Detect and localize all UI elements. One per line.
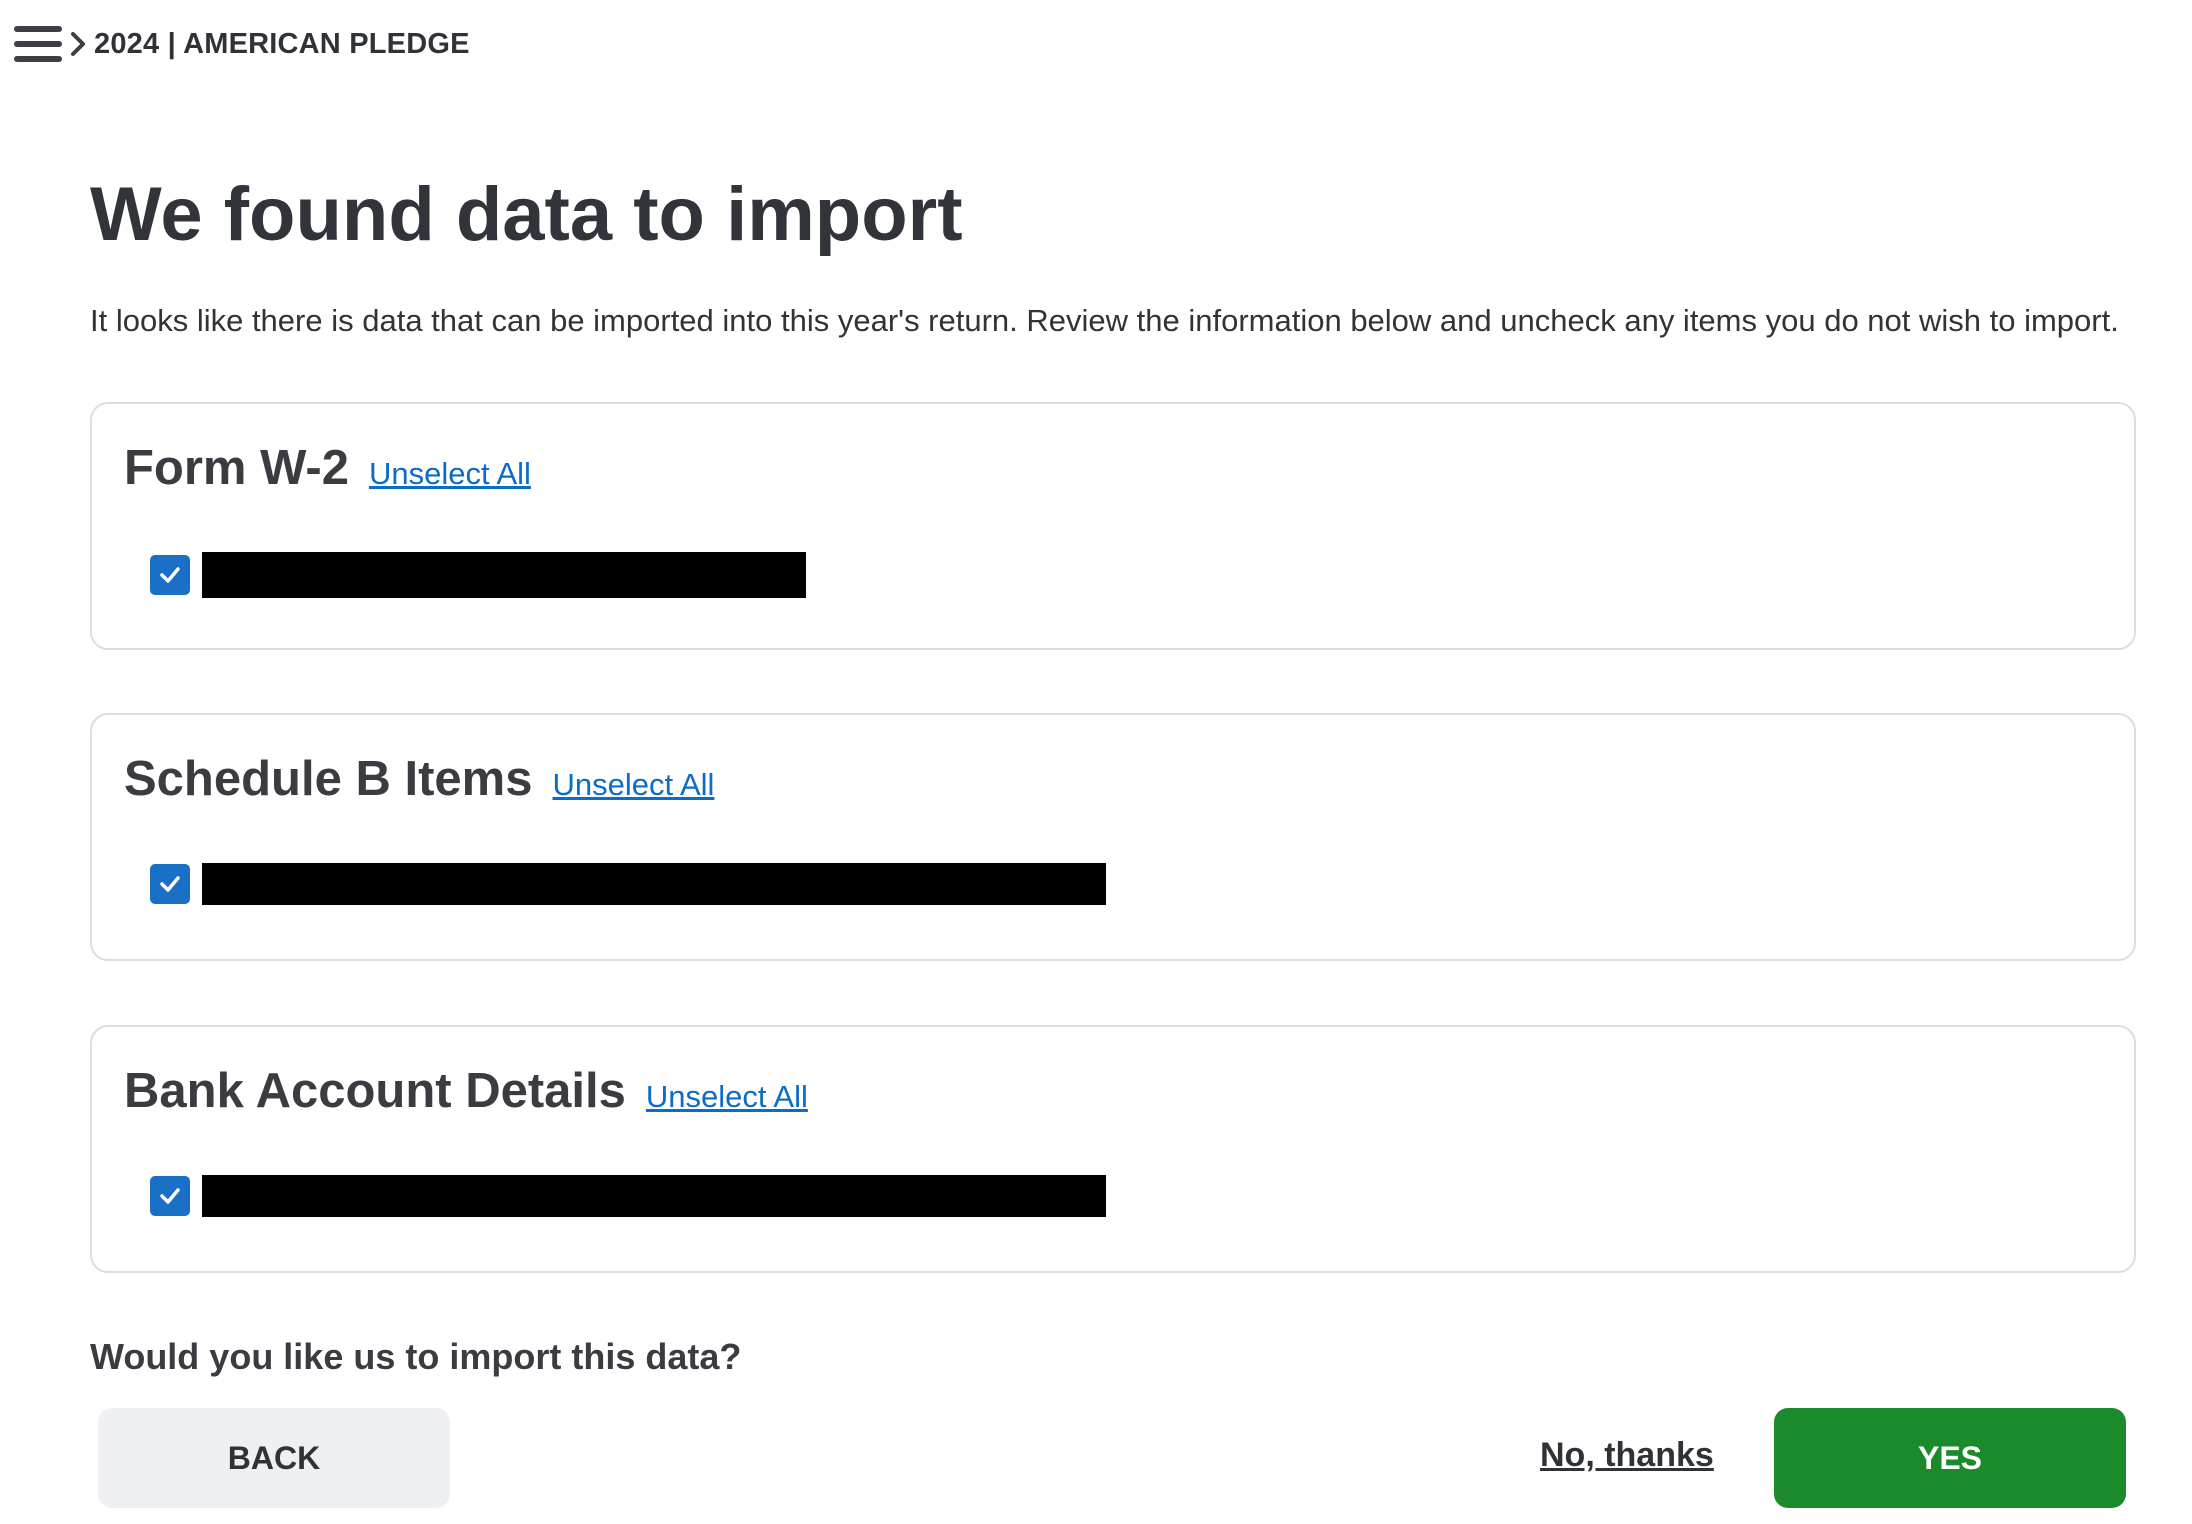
section-card-bank-account: Bank Account Details Unselect All (90, 1025, 2136, 1273)
back-button[interactable]: BACK (98, 1408, 450, 1508)
main-content: We found data to import It looks like th… (90, 170, 2136, 341)
unselect-all-link[interactable]: Unselect All (646, 1079, 808, 1115)
import-question: Would you like us to import this data? (90, 1336, 742, 1377)
section-header: Bank Account Details Unselect All (124, 1063, 808, 1119)
hamburger-bar (14, 41, 62, 47)
redacted-item-label (202, 863, 1106, 905)
top-bar: 2024 | AMERICAN PLEDGE (14, 22, 470, 66)
chevron-right-icon (71, 32, 85, 56)
section-title: Schedule B Items (124, 752, 533, 806)
import-item-row (150, 552, 806, 598)
intro-text: It looks like there is data that can be … (90, 303, 2119, 338)
unselect-all-link[interactable]: Unselect All (552, 767, 714, 803)
no-thanks-link[interactable]: No, thanks (1540, 1436, 1714, 1475)
yes-button[interactable]: YES (1774, 1408, 2126, 1508)
import-item-row (150, 1175, 1106, 1217)
item-checkbox[interactable] (150, 555, 190, 595)
item-checkbox[interactable] (150, 1176, 190, 1216)
unselect-all-link[interactable]: Unselect All (369, 456, 531, 492)
section-header: Form W-2 Unselect All (124, 440, 531, 496)
page-title: We found data to import (90, 172, 963, 257)
checkmark-icon (160, 1188, 180, 1204)
item-checkbox[interactable] (150, 864, 190, 904)
section-card-schedule-b: Schedule B Items Unselect All (90, 713, 2136, 961)
import-item-row (150, 863, 1106, 905)
section-title: Form W-2 (124, 441, 349, 495)
hamburger-bar (14, 56, 62, 62)
hamburger-icon[interactable] (14, 24, 62, 64)
section-title: Bank Account Details (124, 1064, 626, 1118)
section-card-form-w2: Form W-2 Unselect All (90, 402, 2136, 650)
redacted-item-label (202, 1175, 1106, 1217)
checkmark-icon (160, 876, 180, 892)
hamburger-bar (14, 26, 62, 32)
app-title: 2024 | AMERICAN PLEDGE (94, 27, 470, 60)
checkmark-icon (160, 567, 180, 583)
section-header: Schedule B Items Unselect All (124, 751, 714, 807)
redacted-item-label (202, 552, 806, 598)
